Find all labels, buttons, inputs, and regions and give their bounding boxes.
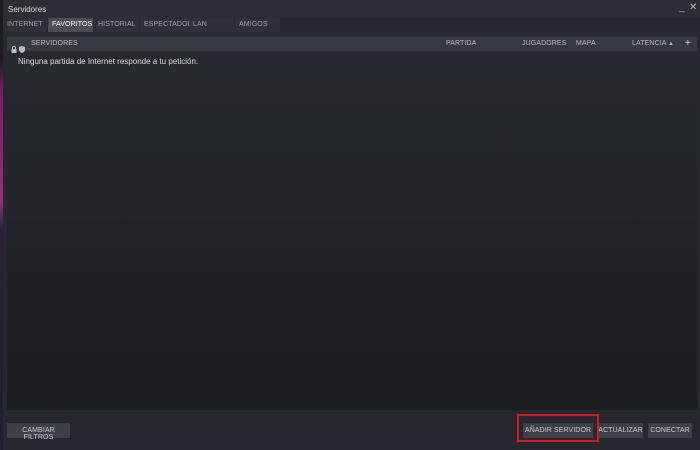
close-button[interactable]: ✕ [689, 3, 697, 13]
column-map[interactable]: MAPA [576, 40, 596, 47]
minimize-button[interactable]: _ [679, 3, 685, 13]
list-header: SERVIDORES PARTIDA JUGADORES MAPA LATENC… [7, 37, 697, 53]
server-list[interactable]: SERVIDORES PARTIDA JUGADORES MAPA LATENC… [7, 37, 697, 410]
column-servers[interactable]: SERVIDORES [31, 40, 78, 47]
lock-icon[interactable] [11, 40, 17, 58]
add-column-button[interactable]: + [685, 38, 691, 49]
tab-bar: INTERNET FAVORITOS HISTORIAL ESPECTADOR … [3, 18, 700, 32]
tab-amigos[interactable]: AMIGOS [235, 18, 280, 32]
title-bar[interactable]: Servidores _ ✕ [3, 0, 700, 18]
shield-icon[interactable] [19, 40, 25, 58]
refresh-button[interactable]: ACTUALIZAR [598, 423, 643, 438]
tab-favoritos[interactable]: FAVORITOS [48, 18, 93, 32]
sort-ascending-icon: ▲ [668, 41, 675, 47]
tab-historial[interactable]: HISTORIAL [94, 18, 139, 32]
servers-window: Servidores _ ✕ INTERNET FAVORITOS HISTOR… [3, 0, 700, 450]
empty-list-message: Ninguna partida de Internet responde a t… [18, 57, 199, 66]
tab-lan[interactable]: LAN [189, 18, 234, 32]
highlight-box [517, 414, 599, 442]
change-filters-button[interactable]: CAMBIAR FILTROS [7, 423, 70, 441]
column-game[interactable]: PARTIDA [446, 40, 476, 47]
tab-espectador[interactable]: ESPECTADOR [140, 18, 193, 32]
connect-button[interactable]: CONECTAR [648, 423, 692, 438]
window-title: Servidores [8, 5, 47, 14]
tab-internet[interactable]: INTERNET [3, 18, 47, 32]
column-latency[interactable]: LATENCIA [632, 40, 667, 47]
column-players[interactable]: JUGADORES [522, 40, 566, 47]
